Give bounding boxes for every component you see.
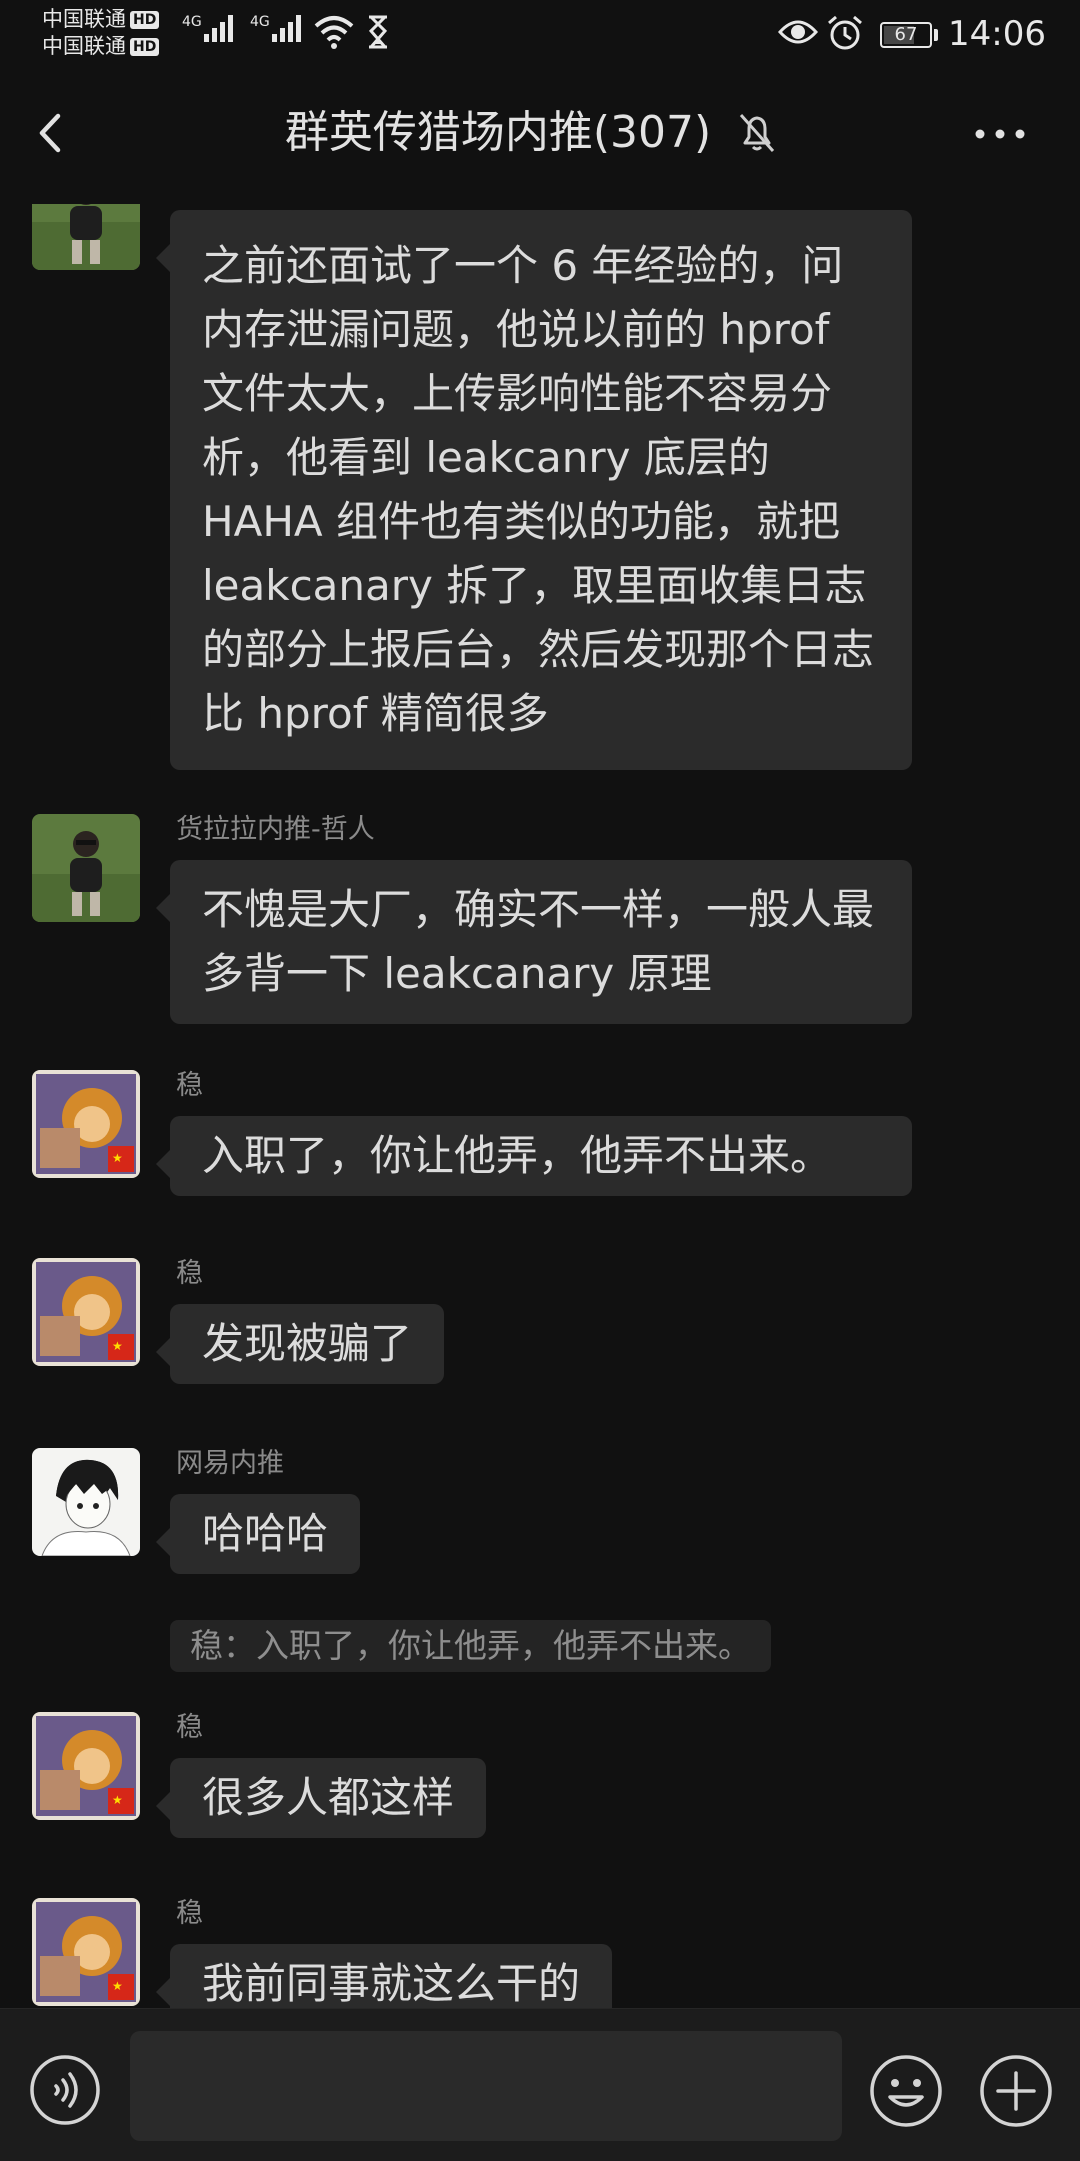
wifi-icon [314, 16, 354, 49]
message-bubble[interactable]: 很多人都这样 [155, 1758, 487, 1838]
avatar[interactable]: ★ [32, 1712, 140, 1820]
status-bar: 中国联通 HD 中国联通 HD 4G 4G 67 14:06 [0, 0, 1080, 64]
network-type-1: 4G [182, 14, 202, 30]
avatar[interactable]: ★ [32, 1898, 140, 2006]
monkey-king-avatar-icon: ★ [32, 1712, 140, 1820]
network-type-2: 4G [250, 14, 270, 30]
sender-name: 网易内推 [176, 1448, 284, 1479]
battery-tip [934, 29, 938, 41]
carrier-info: 中国联通 HD 中国联通 HD [42, 6, 160, 60]
more-dots-icon[interactable] [970, 122, 1030, 146]
anime-boy-avatar-icon [32, 1448, 140, 1556]
signal-2: 4G [250, 14, 301, 42]
clock: 14:06 [948, 14, 1046, 54]
sender-name: 稳 [176, 1258, 203, 1289]
monkey-king-avatar-icon: ★ [32, 1070, 140, 1178]
message-text: 哈哈哈 [202, 1509, 329, 1558]
carrier-2-name: 中国联通 [42, 34, 126, 58]
message-list[interactable]: 之前还面试了一个 6 年经验的，问内存泄漏问题，他说以前的 hprof 文件太大… [0, 204, 1080, 2008]
chat-title-area: 群英传猎场内推(307) [0, 108, 1080, 158]
monkey-king-avatar-icon: ★ [32, 1898, 140, 2006]
battery-level: 67 [894, 24, 918, 45]
voice-icon[interactable] [28, 2053, 102, 2127]
avatar[interactable]: ★ [32, 1258, 140, 1366]
chat-header: 群英传猎场内推(307) [0, 64, 1080, 204]
svg-text:★: ★ [112, 1979, 123, 1993]
monkey-king-avatar-icon: ★ [32, 1258, 140, 1366]
message-bubble[interactable]: 哈哈哈 [155, 1494, 361, 1574]
input-bar [0, 2008, 1080, 2161]
message-bubble[interactable]: 发现被骗了 [155, 1304, 445, 1384]
person-photo-icon [32, 204, 140, 270]
avatar[interactable]: ★ [32, 1070, 140, 1178]
eye-icon [778, 20, 818, 44]
hourglass-icon [368, 15, 388, 49]
message-input[interactable] [130, 2031, 842, 2141]
alarm-icon [828, 15, 862, 50]
sender-name: 稳 [176, 1070, 203, 1101]
sender-name: 稳 [176, 1898, 203, 1929]
avatar[interactable] [32, 1448, 140, 1556]
avatar[interactable] [32, 814, 140, 922]
signal-bars-icon [203, 14, 233, 42]
bell-off-icon [740, 114, 775, 152]
carrier-1: 中国联通 HD [42, 6, 160, 33]
emoji-icon[interactable] [868, 2053, 944, 2129]
svg-text:★: ★ [112, 1339, 123, 1353]
message-bubble[interactable]: 入职了，你让他弄，他弄不出来。 [156, 1116, 912, 1196]
signal-bars-icon [271, 14, 301, 42]
plus-icon[interactable] [978, 2053, 1054, 2129]
person-photo-icon [32, 814, 140, 922]
message-bubble[interactable]: 我前同事就这么干的 [155, 1944, 613, 2008]
message-text: 很多人都这样 [202, 1773, 455, 1822]
message-text: 入职了，你让他弄，他弄不出来。 [202, 1131, 833, 1180]
message-bubble[interactable]: 不愧是大厂，确实不一样，一般人最多背一下 leakcanary 原理 [156, 860, 912, 1024]
chat-title: 群英传猎场内推(307) [284, 107, 712, 158]
carrier-1-name: 中国联通 [42, 7, 126, 31]
message-text: 我前同事就这么干的 [202, 1959, 581, 2008]
hd-badge-2: HD [130, 37, 160, 56]
battery-icon: 67 [880, 22, 932, 48]
sender-name: 稳 [176, 1712, 203, 1743]
hd-badge-1: HD [130, 10, 160, 29]
message-text: 之前还面试了一个 6 年经验的，问内存泄漏问题，他说以前的 hprof 文件太大… [202, 241, 875, 738]
message-text: 不愧是大厂，确实不一样，一般人最多背一下 leakcanary 原理 [202, 885, 875, 998]
sender-name: 货拉拉内推-哲人 [176, 814, 375, 845]
message-text: 发现被骗了 [202, 1319, 413, 1368]
carrier-2: 中国联通 HD [42, 33, 160, 60]
message-bubble[interactable]: 之前还面试了一个 6 年经验的，问内存泄漏问题，他说以前的 hprof 文件太大… [156, 210, 912, 770]
signal-1: 4G [182, 14, 233, 42]
avatar[interactable] [32, 204, 140, 270]
svg-text:★: ★ [112, 1793, 123, 1807]
quoted-message[interactable]: 稳：入职了，你让他弄，他弄不出来。 [170, 1620, 771, 1672]
svg-text:★: ★ [112, 1151, 123, 1165]
